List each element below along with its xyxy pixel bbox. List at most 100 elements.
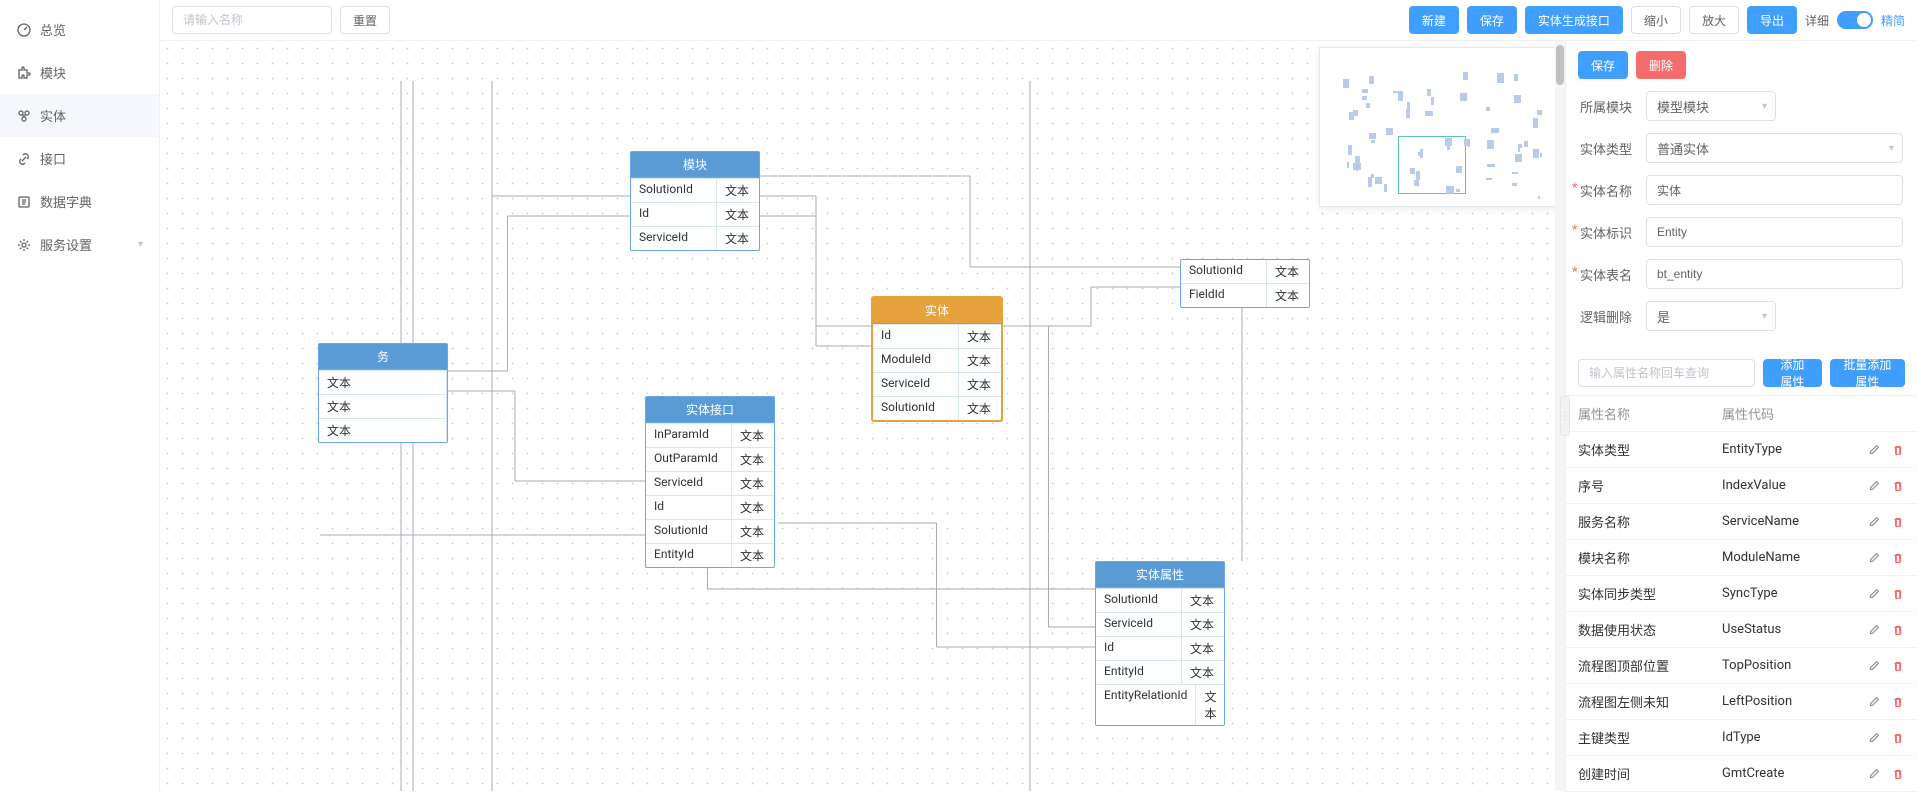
entity-header: 务 [319, 344, 447, 370]
new-button[interactable]: 新建 [1409, 6, 1459, 34]
delete-icon[interactable] [1891, 587, 1905, 601]
entity-field-name: ModuleId [873, 349, 959, 372]
panel-resize-handle[interactable]: ⋮ [1560, 396, 1570, 436]
edit-icon[interactable] [1867, 443, 1881, 457]
attr-name: 主键类型 [1578, 728, 1722, 747]
attr-name: 实体同步类型 [1578, 584, 1722, 603]
entity-field-name: SolutionId [1181, 260, 1267, 283]
attr-row[interactable]: 服务名称ServiceName [1566, 504, 1917, 540]
edit-icon[interactable] [1867, 659, 1881, 673]
batch-add-attr-button[interactable]: 批量添加属性 [1830, 359, 1905, 387]
edit-icon[interactable] [1867, 587, 1881, 601]
caret-down-icon: ▾ [1762, 101, 1767, 112]
sidebar-item-overview[interactable]: 总览 [0, 8, 159, 51]
entity-name-input[interactable] [1646, 175, 1903, 205]
belong-module-select[interactable]: 模型模块▾ [1646, 91, 1776, 121]
entity-field-name: ServiceId [631, 227, 717, 250]
entity-field-name: SolutionId [1096, 589, 1182, 612]
zoom-out-button[interactable]: 缩小 [1631, 6, 1681, 34]
entity-node-service[interactable]: 务文本文本文本 [318, 343, 448, 443]
zoom-in-button[interactable]: 放大 [1689, 6, 1739, 34]
delete-icon[interactable] [1891, 623, 1905, 637]
attr-row[interactable]: 模块名称ModuleName [1566, 540, 1917, 576]
minimap-viewport[interactable] [1398, 136, 1466, 194]
entity-table-input[interactable] [1646, 259, 1903, 289]
attr-row[interactable]: 实体类型EntityType [1566, 432, 1917, 468]
sidebar-item-label: 数据字典 [40, 192, 92, 211]
entity-field-type: 文本 [959, 325, 1001, 348]
entity-header: 实体属性 [1096, 562, 1224, 588]
entity-field-type: 文本 [1182, 661, 1224, 684]
entity-field-type: 文本 [1182, 589, 1224, 612]
attr-name: 创建时间 [1578, 764, 1722, 783]
attr-code: IndexValue [1722, 478, 1853, 493]
entity-code-input[interactable] [1646, 217, 1903, 247]
attr-name: 模块名称 [1578, 548, 1722, 567]
attr-row[interactable]: 创建时间GmtCreate [1566, 756, 1917, 792]
entity-type-select[interactable]: 普通实体▾ [1646, 133, 1903, 163]
reset-button[interactable]: 重置 [340, 6, 390, 34]
field-label-belong-module: 所属模块 [1580, 97, 1646, 116]
entity-field-name: ServiceId [873, 373, 959, 396]
compact-label: 精简 [1881, 12, 1905, 29]
entity-field-type: 文本 [1196, 685, 1224, 725]
delete-icon[interactable] [1891, 767, 1905, 781]
edit-icon[interactable] [1867, 695, 1881, 709]
logic-delete-select[interactable]: 是▾ [1646, 301, 1776, 331]
entity-field-name: Id [873, 325, 959, 348]
entity-node-entity_attr[interactable]: 实体属性SolutionId文本ServiceId文本Id文本EntityId文… [1095, 561, 1225, 726]
attr-row[interactable]: 序号IndexValue [1566, 468, 1917, 504]
save-button[interactable]: 保存 [1467, 6, 1517, 34]
entity-field-type: 文本 [717, 179, 759, 202]
search-input[interactable] [172, 6, 332, 34]
add-attr-button[interactable]: 添加属性 [1763, 359, 1822, 387]
entity-field-type: 文本 [732, 448, 774, 471]
panel-save-button[interactable]: 保存 [1578, 51, 1628, 79]
sidebar-item-settings[interactable]: 服务设置 ▾ [0, 223, 159, 266]
entity-field-name: SolutionId [646, 520, 732, 543]
field-label-entity-type: 实体类型 [1580, 139, 1646, 158]
gen-api-button[interactable]: 实体生成接口 [1525, 6, 1623, 34]
attr-search-input[interactable] [1578, 359, 1755, 387]
attr-row[interactable]: 主键类型IdType [1566, 720, 1917, 756]
entity-node-entity[interactable]: 实体Id文本ModuleId文本ServiceId文本SolutionId文本 [872, 297, 1002, 421]
entity-field-name: EntityRelationId [1096, 685, 1196, 725]
delete-icon[interactable] [1891, 731, 1905, 745]
delete-icon[interactable] [1891, 515, 1905, 529]
sidebar-item-dict[interactable]: 数据字典 [0, 180, 159, 223]
sidebar-item-module[interactable]: 模块 [0, 51, 159, 94]
panel-delete-button[interactable]: 删除 [1636, 51, 1686, 79]
attr-row[interactable]: 数据使用状态UseStatus [1566, 612, 1917, 648]
entity-node-entity_api[interactable]: 实体接口InParamId文本OutParamId文本ServiceId文本Id… [645, 396, 775, 568]
attr-row[interactable]: 流程图左侧未知LeftPosition [1566, 684, 1917, 720]
diagram-canvas[interactable]: 模块SolutionId文本Id文本ServiceId文本务文本文本文本实体Id… [160, 41, 1565, 791]
entity-node-module[interactable]: 模块SolutionId文本Id文本ServiceId文本 [630, 151, 760, 251]
export-button[interactable]: 导出 [1747, 6, 1797, 34]
sidebar-item-api[interactable]: 接口 [0, 137, 159, 180]
edit-icon[interactable] [1867, 515, 1881, 529]
delete-icon[interactable] [1891, 659, 1905, 673]
sidebar-item-label: 模块 [40, 63, 66, 82]
edit-icon[interactable] [1867, 767, 1881, 781]
entity-field-type: 文本 [1267, 260, 1309, 283]
delete-icon[interactable] [1891, 695, 1905, 709]
detail-label: 详细 [1805, 12, 1829, 29]
entity-node-unknown_ref[interactable]: SolutionId文本FieldId文本 [1180, 259, 1310, 308]
entity-field-type: 文本 [732, 472, 774, 495]
edit-icon[interactable] [1867, 731, 1881, 745]
puzzle-icon [16, 65, 32, 81]
entity-field-type: 文本 [959, 397, 1001, 420]
delete-icon[interactable] [1891, 443, 1905, 457]
entity-header: 实体 [873, 298, 1001, 324]
sidebar-item-entity[interactable]: 实体 [0, 94, 159, 137]
delete-icon[interactable] [1891, 551, 1905, 565]
attr-row[interactable]: 实体同步类型SyncType [1566, 576, 1917, 612]
edit-icon[interactable] [1867, 623, 1881, 637]
entity-field-name: Id [646, 496, 732, 519]
detail-toggle[interactable] [1837, 11, 1873, 29]
edit-icon[interactable] [1867, 479, 1881, 493]
attr-row[interactable]: 流程图顶部位置TopPosition [1566, 648, 1917, 684]
edit-icon[interactable] [1867, 551, 1881, 565]
minimap[interactable] [1319, 47, 1559, 207]
delete-icon[interactable] [1891, 479, 1905, 493]
